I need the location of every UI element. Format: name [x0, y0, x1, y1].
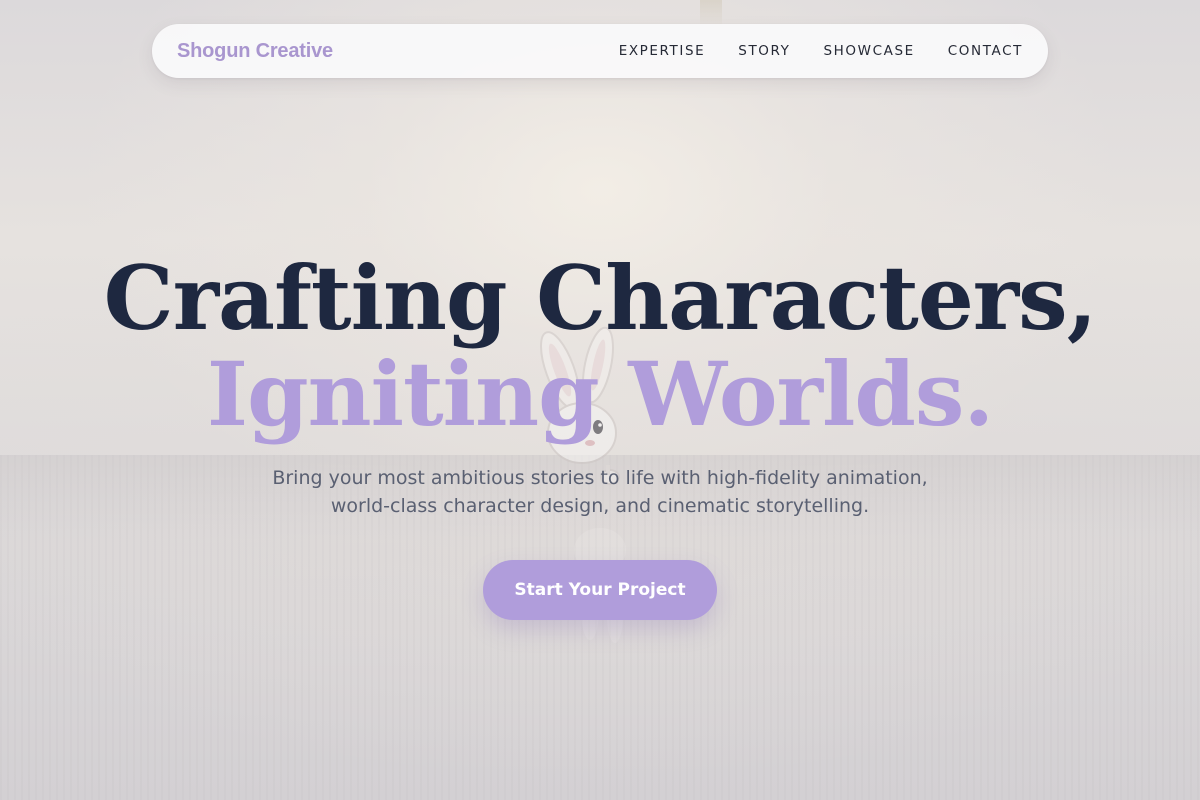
hero-section: Crafting Characters, Igniting Worlds. Br…	[0, 250, 1200, 620]
nav-link-expertise[interactable]: EXPERTISE	[619, 43, 706, 59]
headline-line-primary: Crafting Characters,	[103, 246, 1098, 350]
top-navigation-bar: Shogun Creative EXPERTISE STORY SHOWCASE…	[152, 24, 1048, 78]
nav-link-story[interactable]: STORY	[738, 43, 790, 59]
headline-line-accent: Igniting Worlds.	[206, 342, 994, 446]
hero-subtitle: Bring your most ambitious stories to lif…	[250, 464, 950, 520]
start-project-button[interactable]: Start Your Project	[483, 560, 717, 620]
brand-logo-link[interactable]: Shogun Creative	[177, 40, 333, 63]
subtitle-line-2: world-class character design, and cinema…	[330, 495, 870, 517]
nav-link-contact[interactable]: CONTACT	[948, 43, 1023, 59]
hero-headline: Crafting Characters, Igniting Worlds.	[0, 250, 1200, 442]
nav-link-showcase[interactable]: SHOWCASE	[824, 43, 915, 59]
nav-links: EXPERTISE STORY SHOWCASE CONTACT	[619, 43, 1023, 59]
subtitle-line-1: Bring your most ambitious stories to lif…	[272, 467, 928, 489]
